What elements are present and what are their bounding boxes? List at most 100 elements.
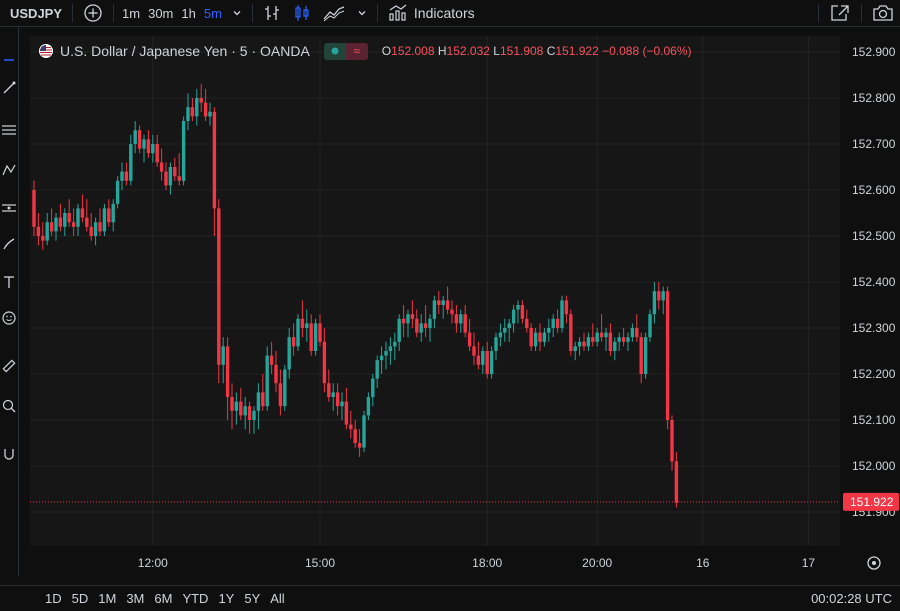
candle-body (498, 332, 503, 338)
candle-body (58, 217, 63, 227)
candle-body (503, 328, 507, 333)
candle (525, 309, 529, 333)
price-tick-label: 152.200 (852, 367, 896, 381)
candle (243, 397, 247, 430)
green-dot-icon (331, 47, 339, 55)
candle (551, 314, 555, 338)
candle-body (230, 397, 234, 411)
candle (195, 88, 199, 126)
candle-body (296, 318, 300, 347)
candle (388, 337, 393, 365)
candle-body (256, 392, 261, 411)
candle (300, 300, 305, 338)
candle (665, 286, 670, 430)
candle (107, 199, 111, 227)
range-1m[interactable]: 1M (93, 591, 121, 606)
candle (287, 328, 291, 379)
range-6m[interactable]: 6M (149, 591, 177, 606)
candle-body (313, 323, 318, 351)
settings-button[interactable] (867, 556, 881, 570)
candle (542, 328, 547, 347)
candle (67, 199, 71, 227)
candle-body (591, 337, 595, 342)
candle-body (613, 341, 617, 351)
candle-body (401, 318, 406, 324)
ohlc-values: O152.008 H152.032 L151.908 C151.922 −0.0… (382, 44, 692, 58)
candle-body (225, 346, 230, 397)
candle (384, 341, 388, 370)
candle-body (476, 355, 481, 365)
candle-body (419, 323, 423, 333)
candle-body (608, 332, 613, 351)
candle (159, 148, 164, 181)
price-axis[interactable]: 152.900 152.800 152.700 152.600 152.500 152.4… (852, 45, 896, 519)
candle (331, 383, 335, 411)
price-tick-label: 152.700 (852, 137, 896, 151)
candle-body (674, 461, 679, 503)
range-ytd[interactable]: YTD (177, 591, 213, 606)
time-tick-label: 18:00 (472, 556, 502, 570)
candle (661, 286, 665, 315)
candle (459, 309, 463, 333)
candle-body (635, 328, 639, 338)
candle-body (362, 415, 366, 448)
range-5d[interactable]: 5D (67, 591, 94, 606)
candles-layer (30, 36, 840, 546)
candle-body (657, 291, 661, 301)
candle-body (432, 300, 437, 319)
high-value: 152.032 (446, 44, 490, 58)
candle (199, 84, 203, 112)
range-all[interactable]: All (265, 591, 289, 606)
candle-body (322, 341, 327, 384)
candle-body (32, 190, 36, 227)
candle (357, 429, 362, 457)
range-1d[interactable]: 1D (40, 591, 67, 606)
candle (305, 309, 309, 342)
candle-body (146, 139, 151, 154)
price-tick-label: 152.800 (852, 91, 896, 105)
candle-body (181, 121, 186, 181)
candle-body (643, 337, 648, 374)
candle (489, 346, 494, 379)
candle-body (384, 351, 388, 356)
candle (115, 176, 120, 209)
candle-body (159, 162, 164, 172)
candle-body (371, 378, 375, 397)
candle-body (375, 360, 379, 379)
candle-body (560, 300, 564, 328)
candle-body (489, 351, 494, 374)
candle-body (652, 291, 657, 315)
candle (613, 337, 617, 361)
candle (639, 332, 643, 384)
price-tick-label: 152.000 (852, 459, 896, 473)
price-tick-label: 152.100 (852, 413, 896, 427)
candle (239, 387, 243, 420)
candle-body (428, 318, 432, 328)
candle (261, 374, 265, 411)
candle (586, 332, 591, 351)
candle-body (199, 98, 203, 103)
candle (652, 282, 657, 324)
time-axis[interactable]: 12:00 15:00 18:00 20:00 16 17 (138, 556, 816, 570)
candle-body (335, 392, 340, 407)
range-5y[interactable]: 5Y (239, 591, 265, 606)
market-status-badge[interactable]: ≈ (323, 42, 368, 60)
candle-body (507, 323, 511, 328)
candle (577, 337, 582, 356)
candle-body (551, 318, 555, 328)
candle-body (595, 332, 599, 342)
utc-clock[interactable]: 00:02:28 UTC (811, 591, 892, 606)
candle-body (93, 222, 98, 236)
candle (635, 314, 639, 342)
candle-body (520, 305, 525, 319)
price-tick-label: 152.600 (852, 183, 896, 197)
range-1y[interactable]: 1Y (213, 591, 239, 606)
range-3m[interactable]: 3M (121, 591, 149, 606)
candle (76, 203, 80, 236)
candle (437, 291, 441, 315)
low-key: L (493, 44, 500, 58)
candle (41, 222, 45, 250)
candle-body (494, 337, 498, 351)
candle (269, 341, 274, 374)
price-tick-label: 152.500 (852, 229, 896, 243)
